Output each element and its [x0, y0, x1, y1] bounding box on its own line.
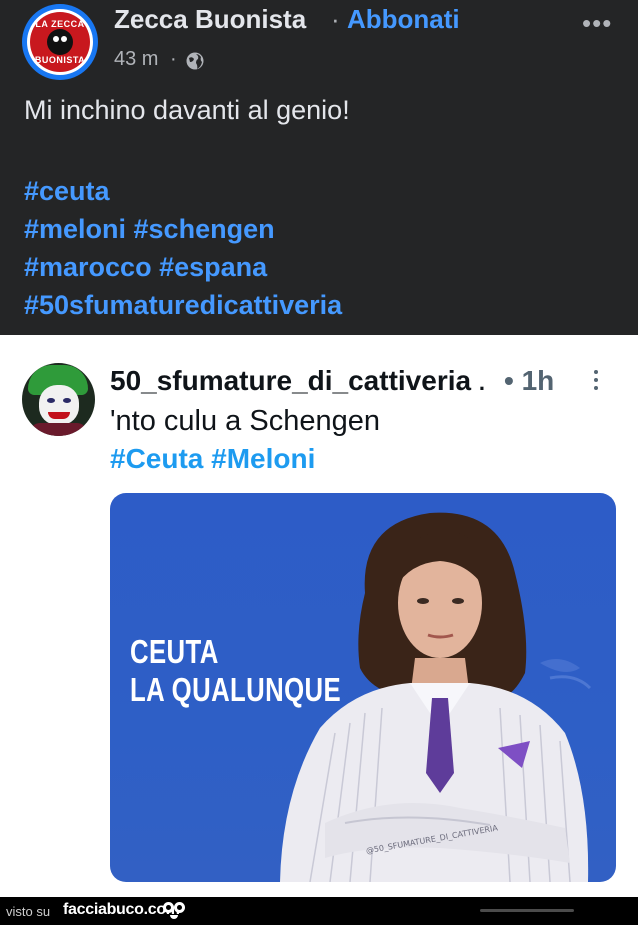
hashtag-line[interactable]: #50sfumaturedicattiveria: [24, 286, 342, 324]
name-separator: ·: [331, 4, 340, 34]
tweet-image[interactable]: CEUTA LA QUALUNQUE @50_SFUMATURE_DI_CATT…: [110, 493, 616, 882]
avatar-face-icon: [47, 29, 73, 55]
globe-icon: [186, 52, 204, 70]
tweet-hashtags[interactable]: #Ceuta #Meloni: [110, 443, 315, 475]
hashtag-line[interactable]: #ceuta: [24, 172, 342, 210]
post-text: Mi inchino davanti al genio!: [24, 95, 350, 125]
avatar-text-top: LA ZECCA: [35, 19, 85, 29]
tweet-username-text: 50_sfumature_di_cattiveria: [110, 365, 472, 396]
image-caption: CEUTA LA QUALUNQUE: [130, 633, 341, 709]
follow-button[interactable]: Abbonati: [347, 4, 460, 35]
footer-prefix: visto su: [6, 904, 51, 919]
watermark-footer: visto su facciabuco.com: [0, 897, 638, 925]
vertical-ellipsis-icon[interactable]: [592, 367, 600, 395]
facebook-post: LA ZECCA BUONISTA Zecca Buonista · Abbon…: [0, 0, 638, 335]
image-caption-line1: CEUTA: [130, 633, 219, 670]
tweet-username[interactable]: 50_sfumature_di_cattiveria .: [110, 365, 485, 397]
eyes-mascot-icon: [160, 900, 190, 922]
embedded-tweet: 50_sfumature_di_cattiveria . • 1h 'nto c…: [0, 343, 638, 897]
image-caption-line2: LA QUALUNQUE: [130, 671, 342, 708]
hashtag-line[interactable]: #meloni #schengen: [24, 210, 342, 248]
tweet-time[interactable]: • 1h: [504, 365, 554, 397]
page-name[interactable]: Zecca Buonista: [114, 4, 306, 35]
joker-avatar[interactable]: [22, 363, 95, 436]
home-indicator-bar: [480, 909, 574, 912]
more-options-button[interactable]: •••: [582, 8, 612, 39]
hashtag-line[interactable]: #marocco #espana: [24, 248, 342, 286]
hashtag-block: #ceuta #meloni #schengen #marocco #espan…: [24, 172, 342, 324]
post-time[interactable]: 43 m: [114, 48, 158, 71]
page-avatar[interactable]: LA ZECCA BUONISTA: [22, 4, 98, 80]
tweet-username-truncation: .: [478, 370, 485, 395]
avatar-text-bottom: BUONISTA: [34, 55, 86, 65]
tweet-text: 'nto culu a Schengen: [110, 405, 380, 437]
time-separator: ·: [170, 48, 177, 70]
